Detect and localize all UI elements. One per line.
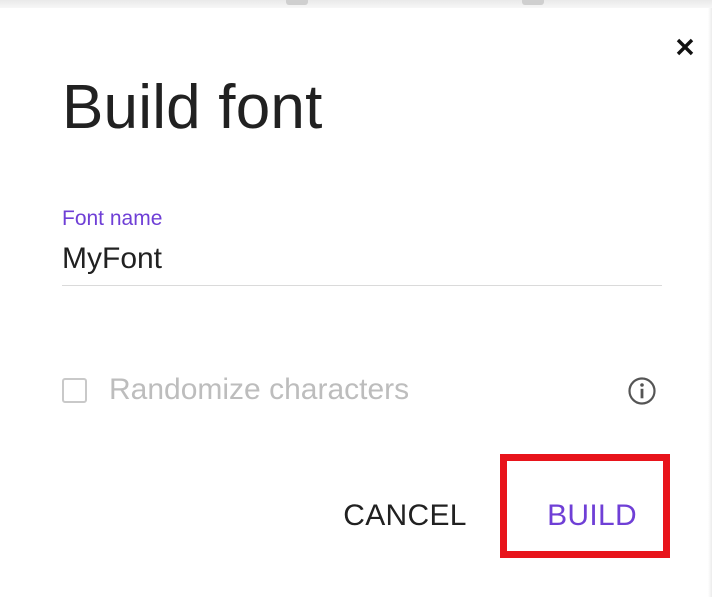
dialog-actions: CANCEL BUILD — [320, 478, 680, 558]
background-fragment — [522, 0, 544, 5]
randomize-characters-checkbox[interactable] — [62, 377, 87, 403]
randomize-characters-label: Randomize characters — [109, 373, 410, 406]
info-icon — [628, 377, 656, 405]
randomize-characters-row: Randomize characters — [62, 370, 409, 410]
background-fragment — [286, 0, 308, 5]
screen: Build font Font name Randomize character… — [0, 0, 712, 597]
cancel-button[interactable]: CANCEL — [340, 496, 470, 536]
background-page-edge — [708, 8, 712, 597]
font-name-input[interactable] — [62, 242, 662, 276]
build-font-dialog: Build font Font name Randomize character… — [0, 8, 708, 597]
build-button[interactable]: BUILD — [542, 496, 642, 536]
dialog-title: Build font — [62, 73, 323, 142]
font-name-field: Font name — [62, 206, 662, 288]
info-button[interactable] — [624, 373, 660, 409]
font-name-underline — [62, 285, 662, 286]
close-button[interactable] — [668, 30, 702, 64]
close-icon — [676, 38, 694, 56]
font-name-label: Font name — [62, 207, 163, 230]
background-page-strip — [0, 0, 712, 8]
